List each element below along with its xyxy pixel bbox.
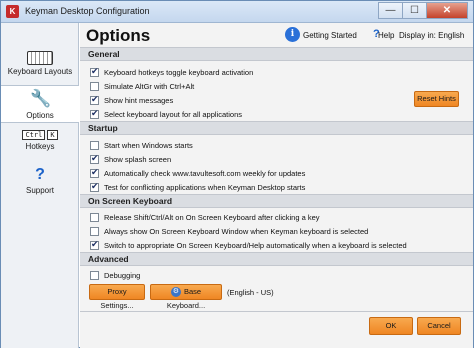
proxy-settings-button[interactable]: Proxy Settings... (89, 284, 145, 310)
sidebar-item-keyboard-layouts[interactable]: Keyboard Layouts (1, 51, 79, 87)
section-advanced: Advanced (80, 252, 473, 266)
section-title: Advanced (80, 252, 473, 266)
sidebar-item-label: Keyboard Layouts (7, 67, 73, 76)
window-controls: — ☐ ✕ (378, 2, 468, 19)
checkbox[interactable] (90, 153, 99, 164)
option-release-modifiers[interactable]: Release Shift/Ctrl/Alt on On Screen Keyb… (90, 211, 320, 223)
checkbox[interactable] (90, 94, 99, 105)
checkbox[interactable] (90, 270, 99, 280)
window-title: Keyman Desktop Configuration (25, 6, 150, 16)
section-on-screen-keyboard: On Screen Keyboard (80, 194, 473, 208)
title-bar: K Keyman Desktop Configuration — ☐ ✕ (1, 1, 473, 23)
config-window: K Keyman Desktop Configuration — ☐ ✕ Key… (0, 0, 474, 348)
hotkey-icon: Ctrl K (1, 130, 79, 140)
options-panel: Options i Getting Started ? Help Display… (80, 23, 473, 348)
gear-icon: ⚙ (170, 287, 181, 298)
option-debugging[interactable]: Debugging (90, 269, 140, 281)
sidebar-item-label: Support (25, 186, 55, 195)
option-splash-screen[interactable]: Show splash screen (90, 153, 171, 165)
sidebar-item-options[interactable]: 🔧 Options (1, 85, 79, 123)
sidebar: Keyboard Layouts 🔧 Options Ctrl K Hotkeys… (1, 23, 79, 348)
option-show-hints[interactable]: Show hint messages (90, 94, 173, 106)
checkbox[interactable] (90, 239, 99, 250)
dialog-footer: OK Cancel (80, 311, 473, 347)
checkbox[interactable] (90, 81, 99, 91)
option-select-layout-all-apps[interactable]: Select keyboard layout for all applicati… (90, 108, 242, 120)
checkbox[interactable] (90, 66, 99, 77)
checkbox[interactable] (90, 140, 99, 150)
option-keyboard-hotkeys[interactable]: Keyboard hotkeys toggle keyboard activat… (90, 66, 253, 78)
maximize-button[interactable]: ☐ (402, 2, 426, 19)
close-button[interactable]: ✕ (426, 2, 468, 19)
display-language-link[interactable]: Display in: English (399, 31, 464, 40)
checkbox[interactable] (90, 212, 99, 222)
keyman-app-icon: K (6, 5, 19, 18)
section-general: General (80, 47, 473, 61)
checkbox[interactable] (90, 226, 99, 236)
cancel-button[interactable]: Cancel (417, 317, 461, 335)
sidebar-item-label: Options (26, 111, 54, 120)
section-title: On Screen Keyboard (80, 194, 473, 208)
panel-header: Options i Getting Started ? Help Display… (80, 23, 473, 49)
option-test-conflicts[interactable]: Test for conflicting applications when K… (90, 181, 305, 193)
option-start-with-windows[interactable]: Start when Windows starts (90, 139, 193, 151)
sidebar-item-support[interactable]: ? Support (1, 166, 79, 200)
base-keyboard-button[interactable]: ⚙ Base Keyboard... (150, 284, 222, 310)
section-title: Startup (80, 121, 473, 135)
option-always-show-osk[interactable]: Always show On Screen Keyboard Window wh… (90, 225, 368, 237)
option-switch-osk-help[interactable]: Switch to appropriate On Screen Keyboard… (90, 239, 407, 251)
reset-hints-button[interactable]: Reset Hints (414, 91, 459, 107)
option-check-updates[interactable]: Automatically check www.tavultesoft.com … (90, 167, 305, 179)
section-startup: Startup (80, 121, 473, 135)
getting-started-link[interactable]: Getting Started (303, 31, 357, 40)
wrench-icon: 🔧 (30, 89, 52, 108)
section-title: General (80, 47, 473, 61)
page-title: Options (86, 26, 151, 45)
help-question-icon: ? (35, 166, 45, 183)
sidebar-item-label: Hotkeys (25, 142, 55, 151)
ok-button[interactable]: OK (369, 317, 413, 335)
help-link[interactable]: Help (378, 31, 394, 40)
checkbox[interactable] (90, 167, 99, 178)
option-simulate-altgr[interactable]: Simulate AltGr with Ctrl+Alt (90, 80, 194, 92)
checkbox[interactable] (90, 181, 99, 192)
minimize-button[interactable]: — (378, 2, 402, 19)
keyboard-icon (27, 51, 53, 65)
info-icon[interactable]: i (285, 27, 300, 42)
sidebar-item-hotkeys[interactable]: Ctrl K Hotkeys (1, 130, 79, 162)
base-keyboard-value: (English - US) (227, 287, 274, 297)
checkbox[interactable] (90, 108, 99, 119)
